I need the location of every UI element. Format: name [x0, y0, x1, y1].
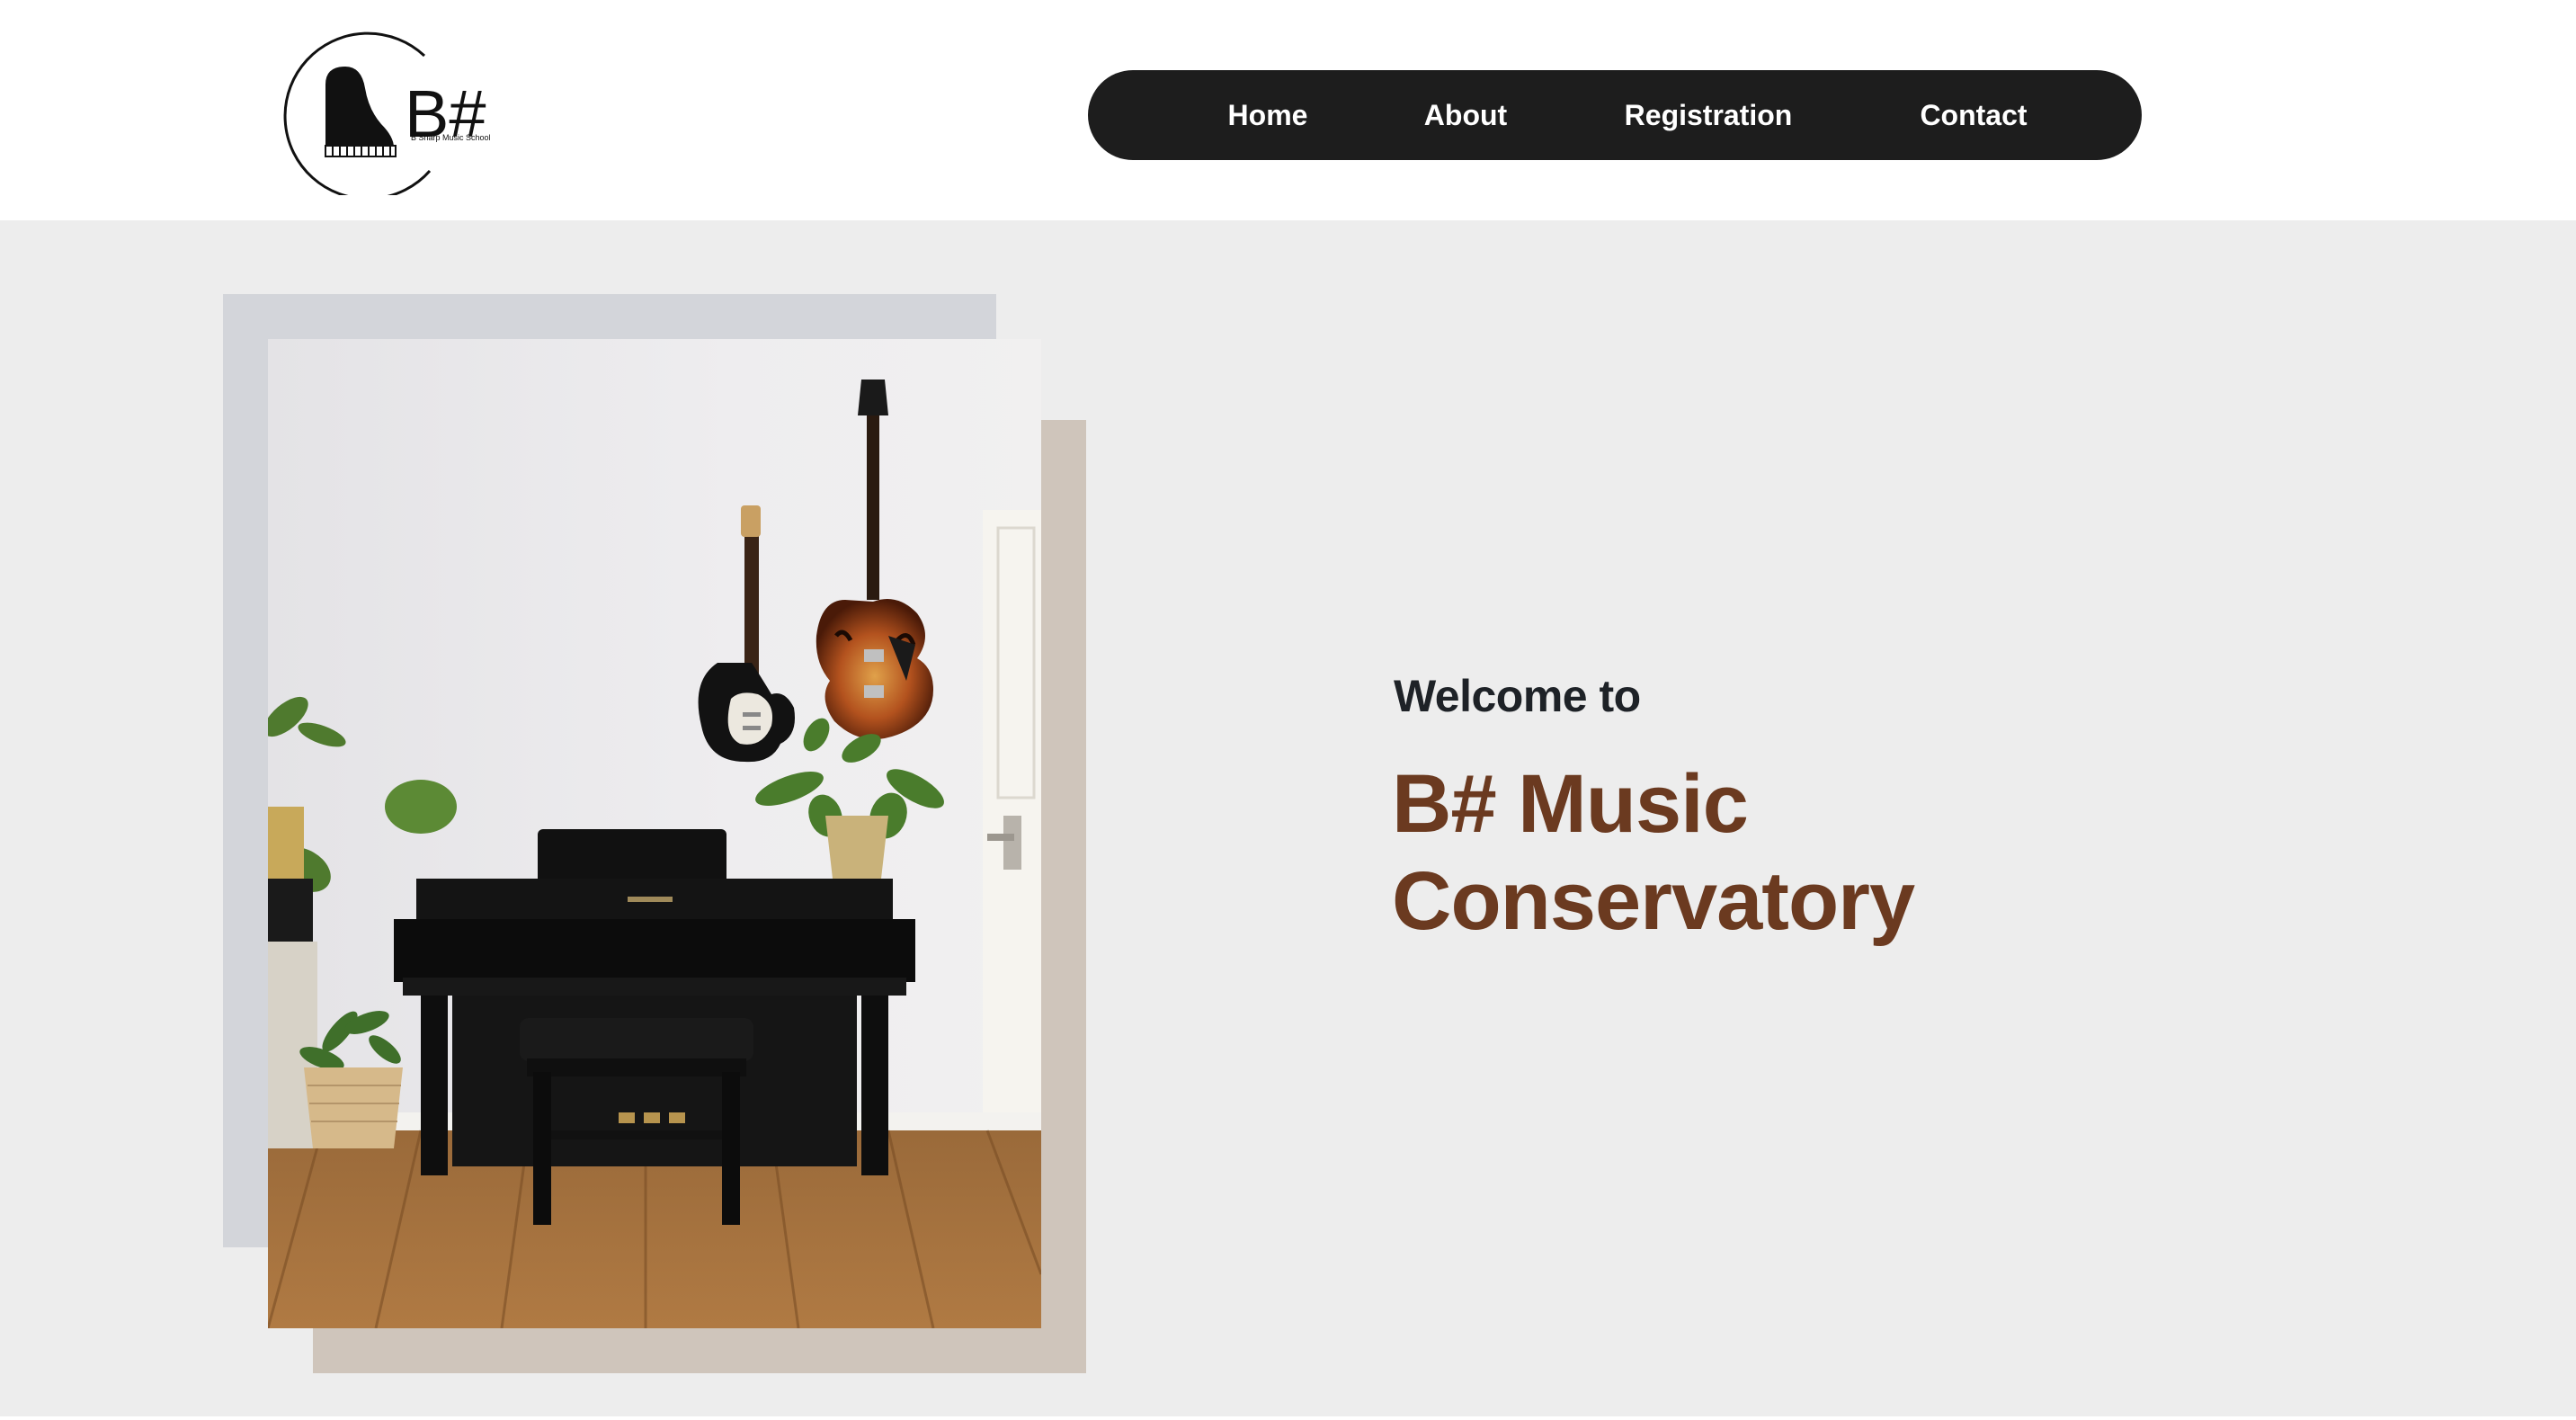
site-logo[interactable]: B# B Sharp Music School — [270, 20, 504, 195]
hero-title-line-1: B# Music — [1392, 758, 1749, 850]
hero-section: Welcome to B# Music Conservatory — [0, 220, 2576, 1420]
site-header: B# B Sharp Music School Home About Regis… — [0, 0, 2576, 220]
nav-about-link[interactable]: About — [1403, 70, 1529, 160]
piano-room-with-guitars-photo — [268, 339, 1041, 1328]
main-nav: Home About Registration Contact — [1088, 70, 2142, 160]
hero-title: B# Music Conservatory — [1392, 755, 2381, 950]
nav-contact-link[interactable]: Contact — [1888, 70, 2059, 160]
nav-registration-link[interactable]: Registration — [1591, 70, 1825, 160]
hero-photo — [268, 339, 1041, 1328]
section-divider — [0, 1416, 2576, 1420]
welcome-heading: Welcome to — [1394, 671, 1641, 721]
logo-graphic: B# B Sharp Music School — [283, 31, 491, 195]
grand-piano-icon — [325, 67, 397, 157]
logo-subtext: B Sharp Music School — [411, 133, 491, 142]
upright-piano-graphic — [394, 829, 915, 1175]
nav-home-link[interactable]: Home — [1196, 70, 1340, 160]
hero-title-line-2: Conservatory — [1392, 855, 1915, 947]
